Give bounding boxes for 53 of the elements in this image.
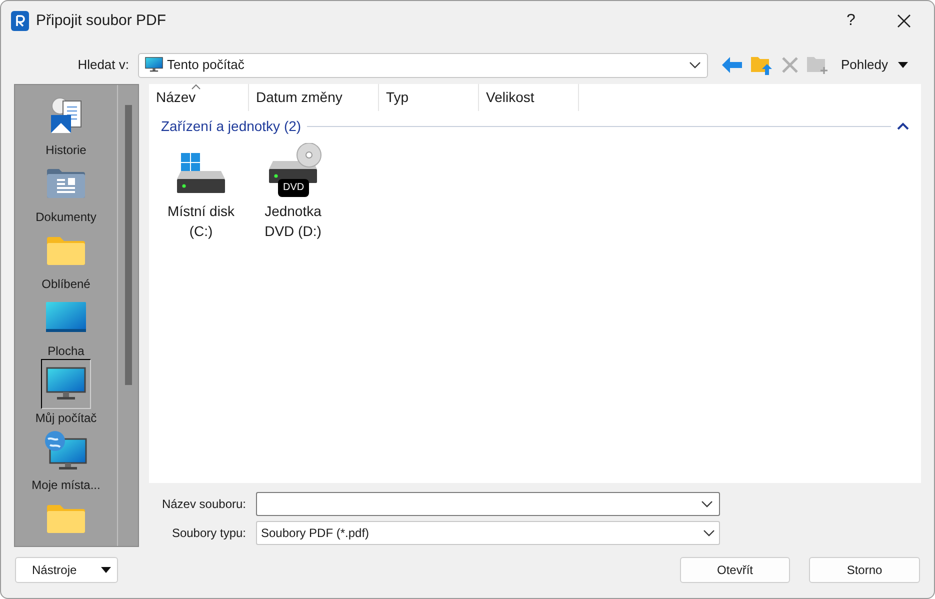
place-item[interactable]: Můj počítač — [18, 359, 114, 426]
folder-up-icon[interactable] — [751, 55, 773, 75]
column-header[interactable]: Datum změny — [249, 84, 379, 111]
desktop-icon — [46, 302, 86, 332]
place-item[interactable]: Moje místa... — [18, 426, 114, 493]
back-arrow-icon[interactable] — [721, 56, 743, 74]
column-header[interactable]: Typ — [379, 84, 479, 111]
cancel-button[interactable]: Storno — [809, 557, 920, 583]
place-item[interactable]: Oblíbené — [18, 225, 114, 292]
folder-icon — [47, 235, 85, 265]
app-logo-icon — [11, 11, 29, 31]
place-label: Oblíbené — [42, 276, 90, 292]
dropdown-chevron-icon — [689, 61, 701, 69]
drive-item[interactable]: Místní disk (C:) — [161, 141, 241, 241]
file-name-field[interactable] — [256, 492, 720, 516]
column-header[interactable]: Velikost — [479, 84, 579, 111]
look-in-label: Hledat v: — [76, 56, 130, 74]
open-button[interactable]: Otevřít — [680, 557, 790, 583]
drive-label: Místní disk (C:) — [166, 202, 236, 241]
folder-icon — [47, 503, 85, 533]
place-label: Můj počítač — [35, 410, 97, 426]
help-button[interactable]: ? — [828, 1, 874, 41]
look-in-dropdown[interactable]: Tento počítač — [138, 52, 708, 78]
sort-up-icon — [191, 84, 201, 90]
dropdown-chevron-icon — [703, 529, 715, 537]
place-item[interactable]: Dokumenty — [18, 158, 114, 225]
views-button[interactable]: Pohledy — [841, 55, 908, 75]
file-name-label: Název souboru: — [160, 496, 247, 513]
dvd-label: DVD — [278, 179, 310, 197]
collapse-icon[interactable] — [897, 122, 909, 130]
column-header[interactable]: Název — [149, 84, 249, 111]
network-computer-icon — [44, 431, 88, 471]
caret-icon — [898, 62, 908, 68]
place-item[interactable]: Historie — [18, 91, 114, 158]
caret-icon — [101, 567, 111, 573]
close-icon — [897, 14, 911, 28]
dropdown-chevron-icon — [701, 500, 713, 508]
tools-button[interactable]: Nástroje — [15, 557, 118, 583]
place-label: Moje místa... — [32, 477, 100, 493]
place-item[interactable]: Plocha — [18, 292, 114, 359]
drive-item[interactable]: DVD Jednotka DVD (D:) — [253, 141, 333, 241]
place-label: Historie — [46, 142, 86, 158]
monitor-icon — [145, 57, 163, 73]
monitor-icon — [46, 367, 86, 401]
group-heading: Zařízení a jednotky (2) — [161, 116, 302, 136]
file-type-dropdown[interactable]: Soubory PDF (*.pdf) — [256, 521, 720, 545]
place-label: Dokumenty — [36, 209, 96, 225]
file-type-label: Soubory typu: — [170, 525, 247, 542]
look-in-value: Tento počítač — [167, 56, 246, 74]
place-label: Plocha — [48, 343, 84, 359]
window-title: Připojit soubor PDF — [36, 10, 166, 31]
drive-label: Jednotka DVD (D:) — [264, 202, 322, 241]
document-folder-icon — [47, 168, 85, 198]
